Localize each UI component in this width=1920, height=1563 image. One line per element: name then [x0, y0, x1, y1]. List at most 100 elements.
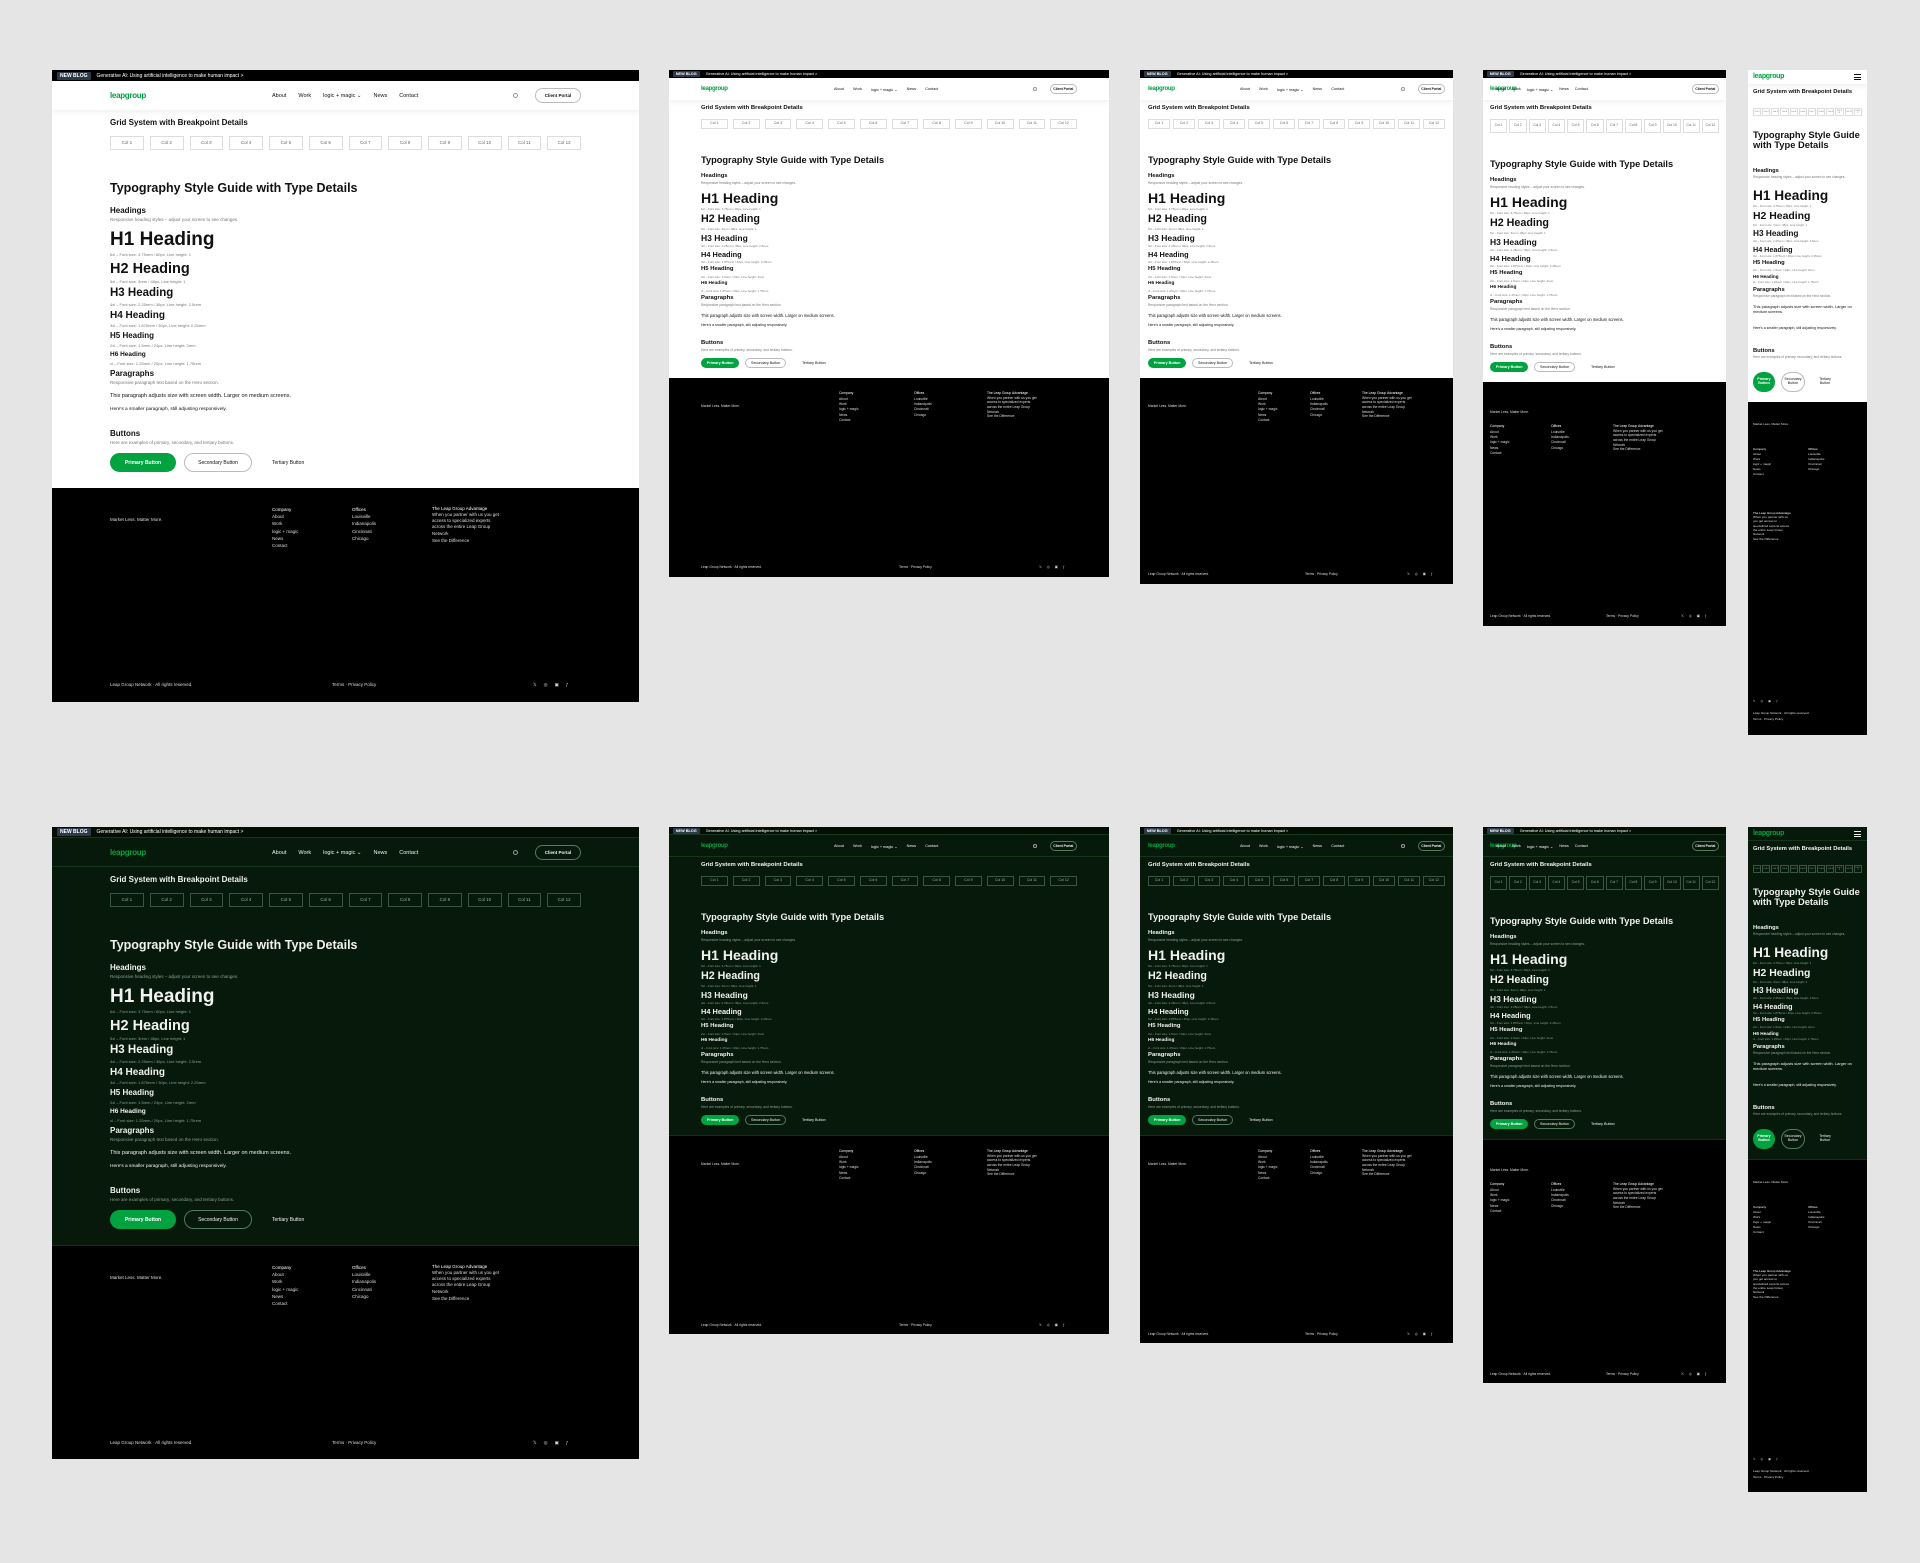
footer-company-link[interactable]: Work: [272, 1278, 298, 1285]
theme-toggle-icon[interactable]: [1400, 87, 1405, 91]
tertiary-button[interactable]: Tertiary Button: [1815, 377, 1835, 386]
footer-company-link[interactable]: Contact: [839, 1176, 859, 1181]
client-portal-button[interactable]: Client Portal: [1691, 84, 1719, 94]
nav-item[interactable]: Contact: [1575, 844, 1588, 848]
footer-company-link[interactable]: Contact: [1753, 1230, 1771, 1235]
footer-company-link[interactable]: News: [272, 535, 298, 542]
client-portal-button[interactable]: Client Portal: [1049, 84, 1077, 94]
linkedin-icon[interactable]: ▣: [1768, 699, 1771, 703]
nav-item[interactable]: logic + magic ⌄: [871, 844, 898, 849]
secondary-button[interactable]: Secondary Button: [184, 453, 252, 472]
site-logo[interactable]: leapgroup: [1753, 827, 1784, 841]
site-logo[interactable]: leapgroup: [701, 78, 728, 100]
linkedin-icon[interactable]: ▣: [555, 682, 559, 688]
footer-company-link[interactable]: Contact: [272, 542, 298, 549]
site-logo[interactable]: leapgroup: [1148, 78, 1175, 100]
announcement-bar[interactable]: NEW BLOG Generative AI: Using artificial …: [1140, 70, 1453, 78]
footer-company-link[interactable]: logic + magic: [839, 407, 859, 412]
secondary-button[interactable]: Secondary Button: [1192, 358, 1233, 369]
nav-item[interactable]: logic + magic ⌄: [323, 93, 361, 99]
nav-item[interactable]: News: [1559, 844, 1569, 848]
footer-terms[interactable]: Terms · Privacy Policy: [1606, 1372, 1639, 1376]
nav-item[interactable]: logic + magic ⌄: [323, 850, 361, 856]
instagram-icon[interactable]: ◎: [544, 682, 548, 688]
nav-item[interactable]: Contact: [399, 93, 418, 99]
nav-item[interactable]: logic + magic ⌄: [1277, 844, 1304, 849]
instagram-icon[interactable]: ◎: [1689, 1372, 1692, 1376]
nav-item[interactable]: News: [374, 850, 388, 856]
x-icon[interactable]: 𝕏: [533, 682, 537, 688]
theme-toggle-icon[interactable]: [513, 850, 518, 855]
secondary-button[interactable]: Secondary Button: [1781, 1129, 1805, 1149]
nav-item[interactable]: logic + magic ⌄: [1527, 844, 1554, 849]
footer-advantage-link[interactable]: See the Difference: [1362, 414, 1412, 419]
nav-item[interactable]: News: [374, 93, 388, 99]
footer-company-link[interactable]: Contact: [1490, 451, 1510, 456]
site-logo[interactable]: leapgroup: [110, 81, 146, 110]
announcement-text[interactable]: Generative AI: Using artificial intellig…: [1520, 72, 1632, 76]
footer-company-link[interactable]: Contact: [1490, 1209, 1510, 1214]
linkedin-icon[interactable]: ▣: [555, 1440, 559, 1446]
footer-company-link[interactable]: About: [272, 1271, 298, 1278]
x-icon[interactable]: 𝕏: [1753, 699, 1755, 703]
footer-company-link[interactable]: Work: [272, 520, 298, 527]
announcement-bar[interactable]: NEW BLOG Generative AI: Using artificial …: [52, 70, 639, 81]
tertiary-button[interactable]: Tertiary Button: [1249, 361, 1273, 365]
nav-item[interactable]: News: [1313, 844, 1323, 848]
nav-item[interactable]: Contact: [925, 87, 938, 91]
primary-button[interactable]: Primary Button: [1148, 358, 1187, 369]
announcement-text[interactable]: Generative AI: Using artificial intellig…: [97, 73, 244, 79]
instagram-icon[interactable]: ◎: [1760, 699, 1763, 703]
site-logo[interactable]: leapgroup: [1148, 835, 1175, 857]
nav-item[interactable]: Contact: [925, 844, 938, 848]
x-icon[interactable]: 𝕏: [1039, 1323, 1042, 1327]
footer-company-link[interactable]: logic + magic: [1258, 407, 1278, 412]
x-icon[interactable]: 𝕏: [533, 1440, 537, 1446]
footer-advantage-link[interactable]: See the Difference: [432, 537, 502, 544]
announcement-bar[interactable]: NEW BLOG Generative AI: Using artificial …: [1483, 70, 1726, 78]
footer-company-link[interactable]: News: [272, 1293, 298, 1300]
facebook-icon[interactable]: ƒ: [566, 682, 569, 688]
theme-toggle-icon[interactable]: [1032, 844, 1037, 848]
linkedin-icon[interactable]: ▣: [1768, 1457, 1771, 1461]
footer-terms[interactable]: Terms · Privacy Policy: [1305, 1332, 1338, 1336]
footer-terms[interactable]: Terms · Privacy Policy: [899, 565, 932, 569]
x-icon[interactable]: 𝕏: [1681, 1372, 1684, 1376]
facebook-icon[interactable]: ƒ: [1705, 614, 1707, 618]
footer-advantage-link[interactable]: See the Difference: [1362, 1172, 1412, 1177]
instagram-icon[interactable]: ◎: [1047, 1323, 1050, 1327]
primary-button[interactable]: Primary Button: [110, 1210, 176, 1229]
nav-item[interactable]: News: [907, 844, 917, 848]
facebook-icon[interactable]: ƒ: [1063, 565, 1065, 569]
secondary-button[interactable]: Secondary Button: [184, 1210, 252, 1229]
nav-item[interactable]: logic + magic ⌄: [1277, 87, 1304, 92]
footer-company-link[interactable]: logic + magic: [272, 528, 298, 535]
nav-item[interactable]: About: [1496, 844, 1506, 848]
announcement-text[interactable]: Generative AI: Using artificial intellig…: [1177, 72, 1289, 76]
announcement-bar[interactable]: NEW BLOG Generative AI: Using artificial …: [669, 70, 1109, 78]
tertiary-button[interactable]: Tertiary Button: [802, 1118, 826, 1122]
announcement-text[interactable]: Generative AI: Using artificial intellig…: [1177, 829, 1289, 833]
primary-button[interactable]: Primary Button: [1490, 1119, 1529, 1130]
nav-item[interactable]: Work: [1512, 87, 1521, 91]
client-portal-button[interactable]: Client Portal: [535, 88, 581, 103]
linkedin-icon[interactable]: ▣: [1697, 1372, 1700, 1376]
footer-company-link[interactable]: About: [272, 513, 298, 520]
announcement-text[interactable]: Generative AI: Using artificial intellig…: [97, 829, 244, 835]
footer-advantage-link[interactable]: See the Difference: [1753, 1295, 1793, 1300]
footer-terms[interactable]: Terms · Privacy Policy: [1606, 614, 1639, 618]
facebook-icon[interactable]: ƒ: [1776, 699, 1778, 703]
footer-advantage-link[interactable]: See the Difference: [1613, 447, 1663, 452]
nav-item[interactable]: Work: [853, 844, 862, 848]
instagram-icon[interactable]: ◎: [1689, 614, 1692, 618]
footer-terms[interactable]: Terms · Privacy Policy: [332, 682, 376, 687]
footer-advantage-link[interactable]: See the Difference: [987, 1172, 1037, 1177]
nav-item[interactable]: News: [1313, 87, 1323, 91]
tertiary-button[interactable]: Tertiary Button: [272, 1217, 304, 1223]
facebook-icon[interactable]: ƒ: [1063, 1323, 1065, 1327]
client-portal-button[interactable]: Client Portal: [1691, 841, 1719, 851]
x-icon[interactable]: 𝕏: [1039, 565, 1042, 569]
x-icon[interactable]: 𝕏: [1407, 572, 1410, 576]
footer-company-link[interactable]: Contact: [272, 1300, 298, 1307]
footer-company-link[interactable]: logic + magic: [1490, 1198, 1510, 1203]
